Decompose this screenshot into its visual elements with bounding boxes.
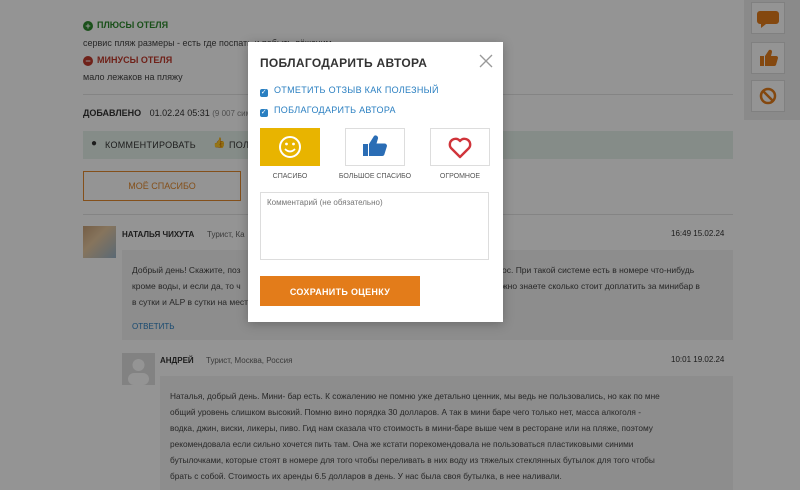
mark-useful-checkbox-row[interactable]: ✓ ОТМЕТИТЬ ОТЗЫВ КАК ПОЛЕЗНЫЙ <box>260 85 439 97</box>
save-rating-button[interactable]: СОХРАНИТЬ ОЦЕНКУ <box>260 276 420 306</box>
close-icon[interactable] <box>479 54 493 68</box>
option-huge-thanks-label: ОГРОМНОЕ <box>439 173 481 180</box>
thank-author-checkbox-row[interactable]: ✓ ПОБЛАГОДАРИТЬ АВТОРА <box>260 105 396 117</box>
checkbox-checked-icon[interactable]: ✓ <box>260 109 268 117</box>
option-thanks-label: СПАСИБО <box>272 173 308 180</box>
thank-author-modal: ПОБЛАГОДАРИТЬ АВТОРА ✓ ОТМЕТИТЬ ОТЗЫВ КАК… <box>248 42 503 322</box>
modal-title: ПОБЛАГОДАРИТЬ АВТОРА <box>260 56 428 70</box>
heart-icon <box>448 137 472 159</box>
checkbox-checked-icon[interactable]: ✓ <box>260 89 268 97</box>
smiley-icon <box>279 136 301 158</box>
thumbs-up-icon <box>363 135 387 157</box>
thank-author-label: ПОБЛАГОДАРИТЬ АВТОРА <box>274 105 396 115</box>
option-thanks[interactable] <box>260 128 320 166</box>
option-big-thanks[interactable] <box>345 128 405 166</box>
mark-useful-label: ОТМЕТИТЬ ОТЗЫВ КАК ПОЛЕЗНЫЙ <box>274 85 439 95</box>
comment-textarea[interactable] <box>260 192 489 260</box>
option-huge-thanks[interactable] <box>430 128 490 166</box>
option-big-thanks-label: БОЛЬШОЕ СПАСИБО <box>338 173 412 180</box>
